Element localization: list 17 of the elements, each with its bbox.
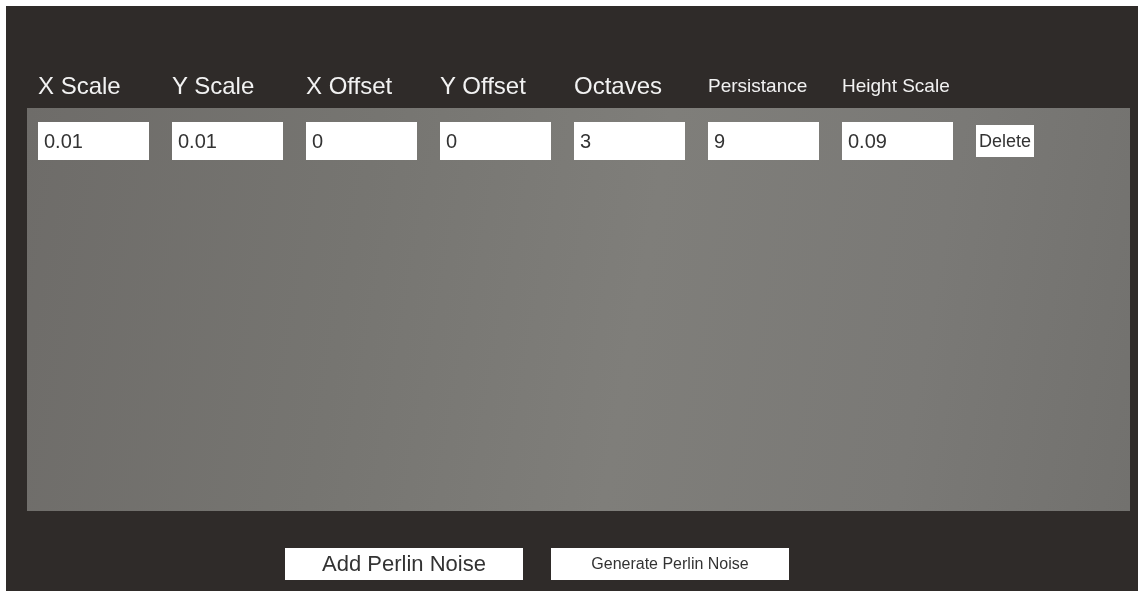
action-button[interactable]: Add Perlin Noise <box>285 548 523 580</box>
input-field[interactable]: 3 <box>574 122 685 160</box>
input-field[interactable]: 0.01 <box>172 122 283 160</box>
column-header: Y Offset <box>440 72 526 100</box>
column-header: Height Scale <box>842 75 950 97</box>
input-field[interactable]: 0.01 <box>38 122 149 160</box>
action-button[interactable]: Generate Perlin Noise <box>551 548 789 580</box>
input-field[interactable]: 9 <box>708 122 819 160</box>
input-field[interactable]: 0 <box>306 122 417 160</box>
input-field[interactable]: 0.09 <box>842 122 953 160</box>
column-header: X Scale <box>38 72 121 100</box>
column-header: Y Scale <box>172 72 255 100</box>
input-field[interactable]: 0 <box>440 122 551 160</box>
column-header: Persistance <box>708 75 808 97</box>
column-header: X Offset <box>306 72 393 100</box>
column-header: Octaves <box>574 72 663 100</box>
delete-button[interactable]: Delete <box>976 125 1035 157</box>
